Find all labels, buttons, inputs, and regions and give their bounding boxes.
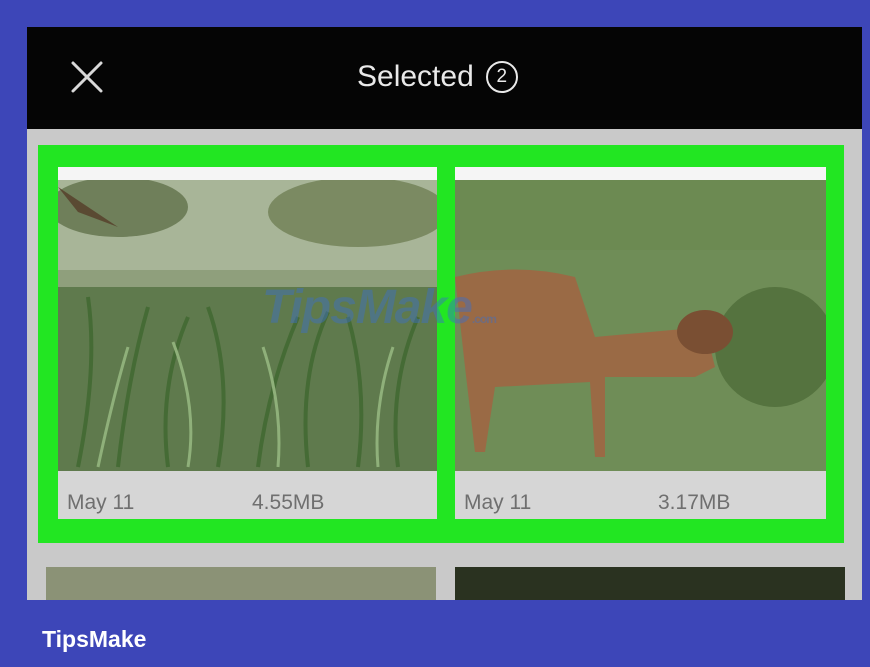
watermark-logo: TipsMake.com [262, 280, 497, 335]
toolbar-title: Selected [357, 60, 474, 93]
photo-date: May 11 [464, 491, 532, 514]
close-icon[interactable] [69, 59, 105, 95]
selection-toolbar: Selected 2 [27, 27, 862, 129]
footer-brand: TipsMake [42, 626, 147, 652]
watermark-text: TipsMake [262, 281, 473, 334]
photo-size: 4.55MB [252, 491, 325, 514]
photo-meta: May 11 4.55MB [58, 471, 437, 519]
watermark-suffix: .com [471, 312, 497, 326]
photo-card-grass[interactable]: May 11 4.55MB [58, 167, 437, 519]
photo-size: 3.17MB [658, 491, 731, 514]
card-top-strip [455, 167, 826, 180]
card-top-strip [58, 167, 437, 180]
selected-count-badge: 2 [485, 61, 518, 93]
photo-thumbnail-partial-left[interactable] [46, 567, 436, 600]
footer-bar: TipsMake [0, 600, 870, 667]
photo-grid: May 11 4.55MB May 11 3.17MB [27, 129, 862, 600]
photo-thumbnail-cow [455, 167, 826, 471]
selection-title-group: Selected 2 [357, 55, 518, 99]
photo-card-cow[interactable]: May 11 3.17MB [455, 167, 826, 519]
photo-thumbnail-partial-right[interactable] [455, 567, 845, 600]
photo-date: May 11 [67, 491, 135, 514]
photo-meta: May 11 3.17MB [455, 471, 826, 519]
